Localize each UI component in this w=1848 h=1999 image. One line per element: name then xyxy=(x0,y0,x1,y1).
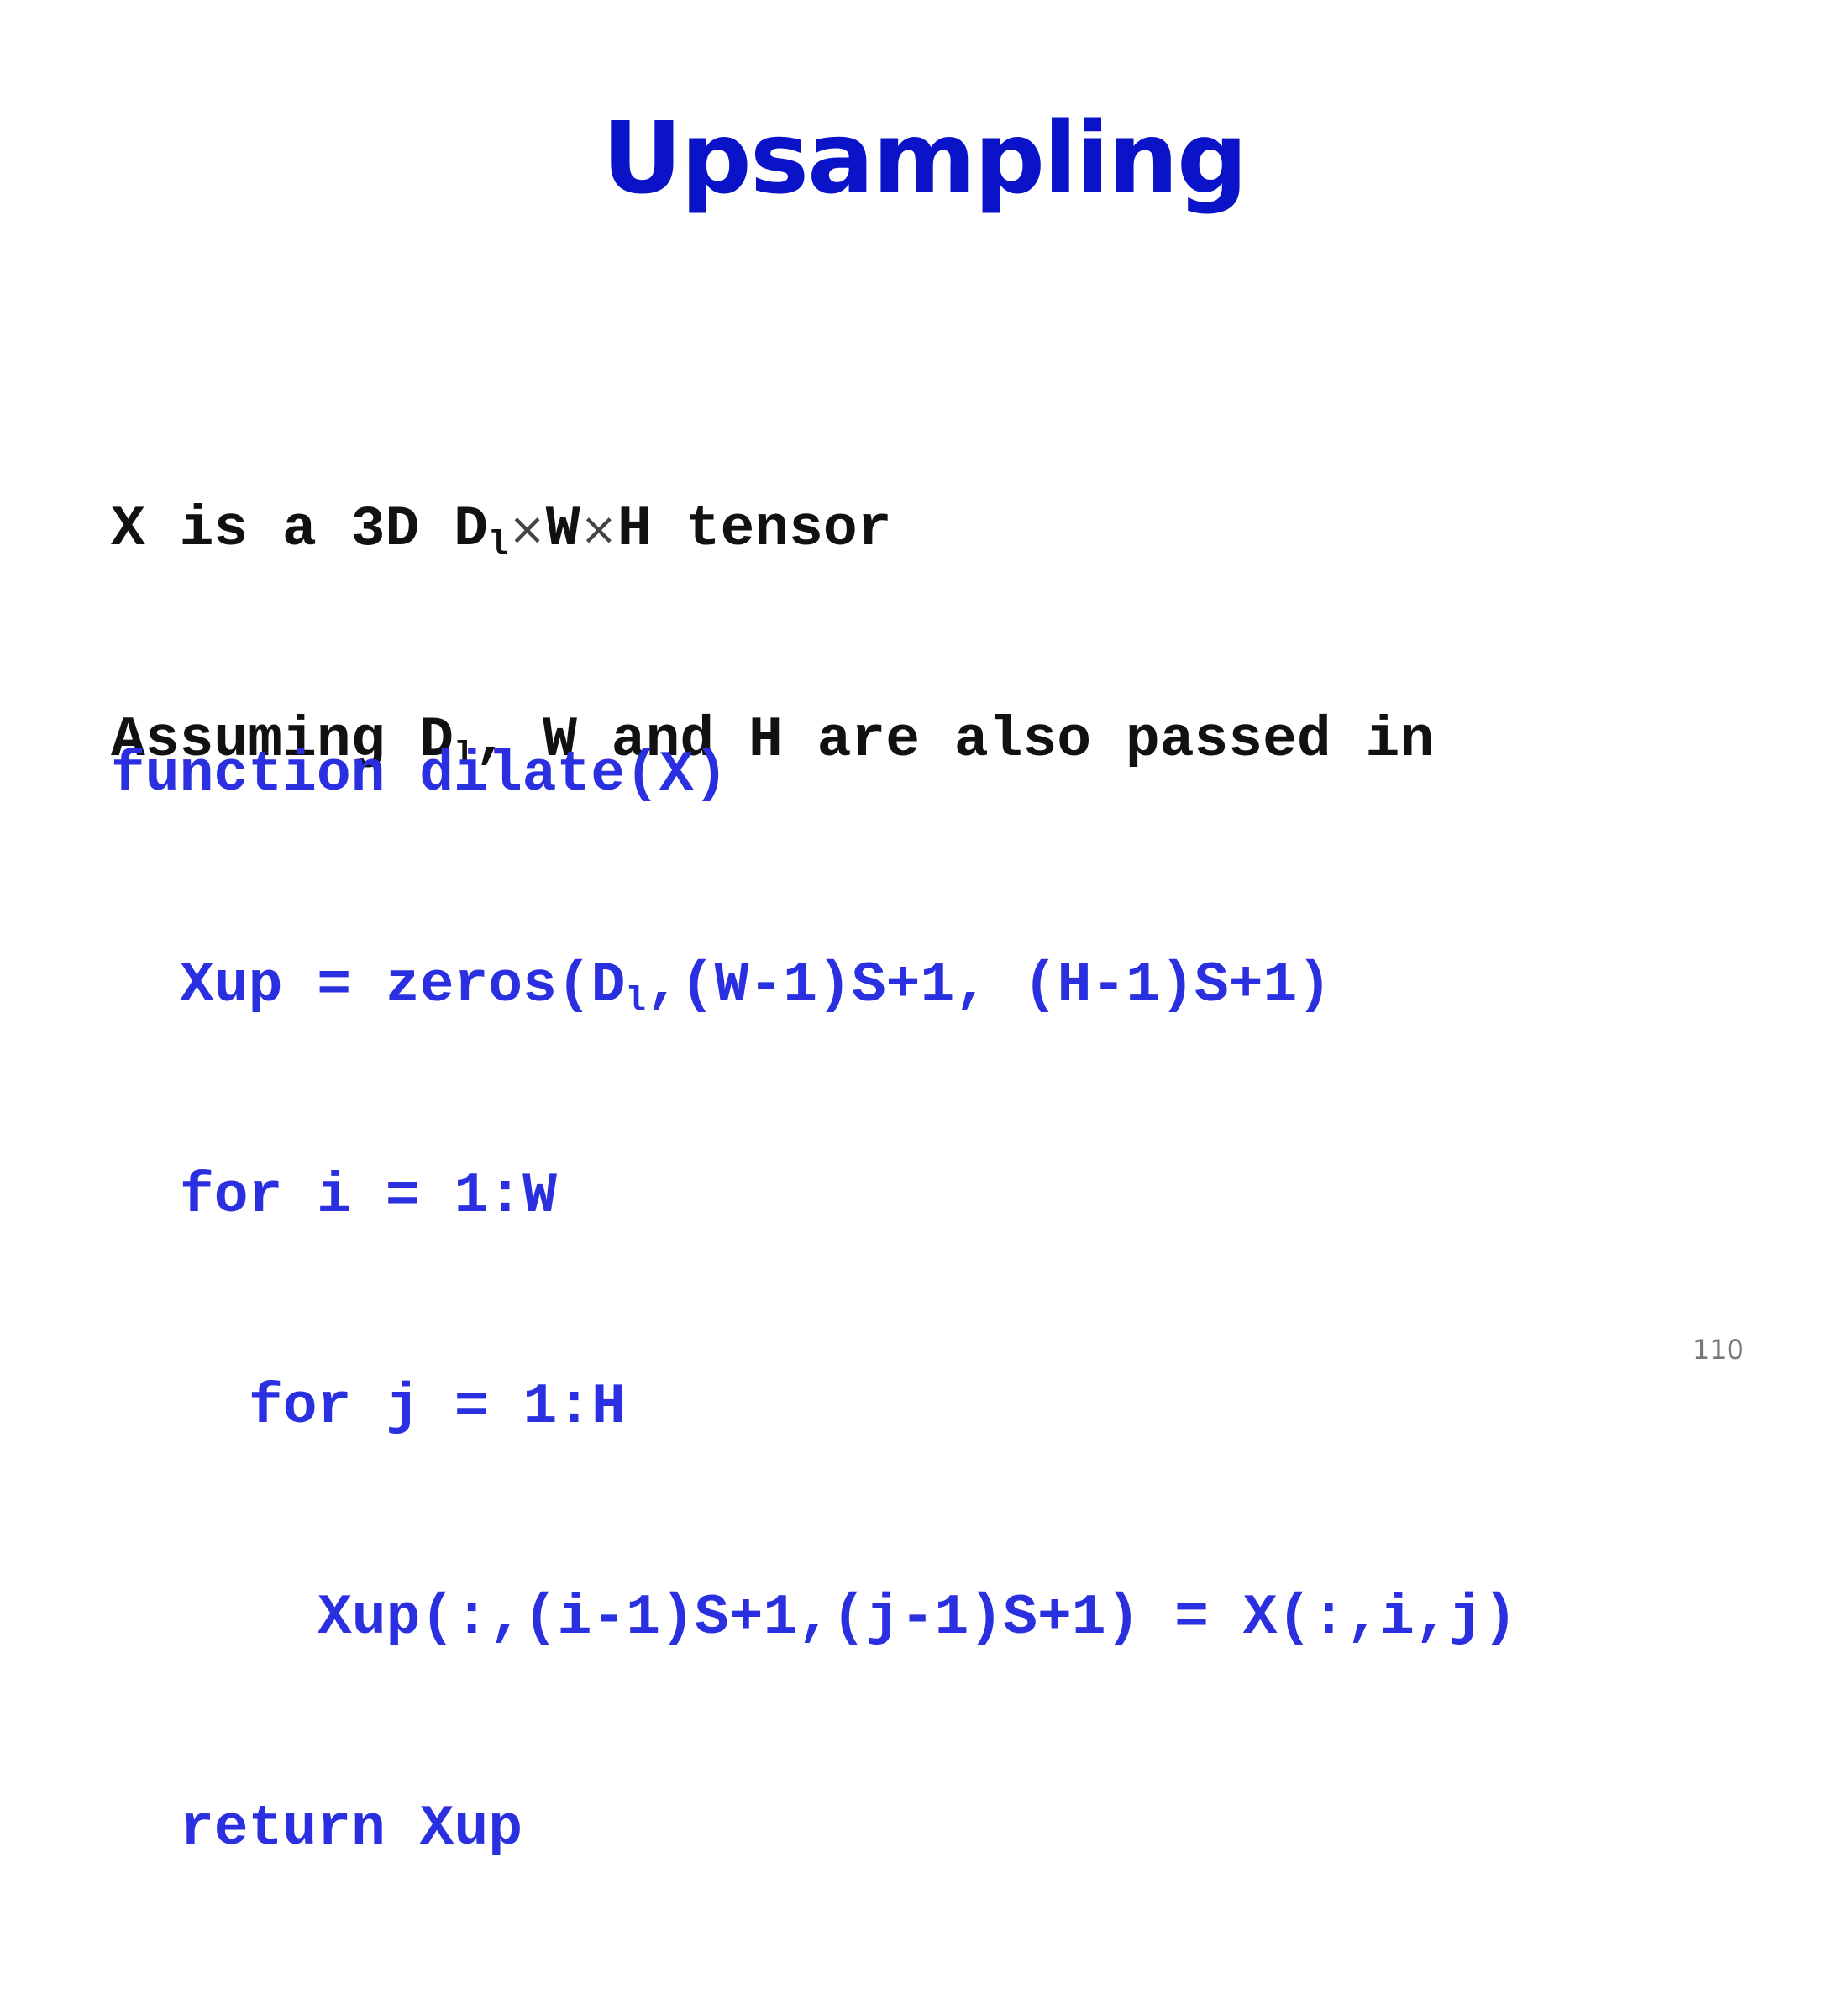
code-line-for-i: for i = 1:W xyxy=(180,1164,557,1229)
times-symbol: × xyxy=(580,503,618,555)
tensor-text-prefix: X is a 3D D xyxy=(111,497,488,562)
slide-title: Upsampling xyxy=(601,100,1248,216)
zeros-text-suffix: ,(W-1)S+1, (H-1)S+1) xyxy=(645,953,1332,1018)
code-line-assign: Xup(:,(i-1)S+1,(j-1)S+1) = X(:,i,j) xyxy=(318,1586,1518,1650)
times-symbol: × xyxy=(508,503,546,555)
tensor-subscript: l xyxy=(487,526,509,565)
code-block: function dilate(X) Xup = zeros(Dl,(W-1)S… xyxy=(111,605,1517,1999)
code-line-zeros: Xup = zeros(Dl,(W-1)S+1, (H-1)S+1) xyxy=(111,945,1517,1026)
slide: Upsampling X is a 3D Dl×W×H tensor Assum… xyxy=(0,0,1848,1861)
description-line-tensor: X is a 3D Dl×W×H tensor xyxy=(111,489,1434,570)
tensor-text-mid: W xyxy=(545,497,580,562)
tensor-text-suffix: H tensor xyxy=(617,497,892,562)
code-line-return: return Xup xyxy=(180,1797,523,1861)
code-line-for-j: for j = 1:H xyxy=(249,1375,626,1440)
page-number: 110 xyxy=(1692,1334,1744,1366)
zeros-text-prefix: Xup = zeros(D xyxy=(180,953,626,1018)
zeros-subscript: l xyxy=(625,982,646,1021)
code-line-function: function dilate(X) xyxy=(111,742,728,807)
